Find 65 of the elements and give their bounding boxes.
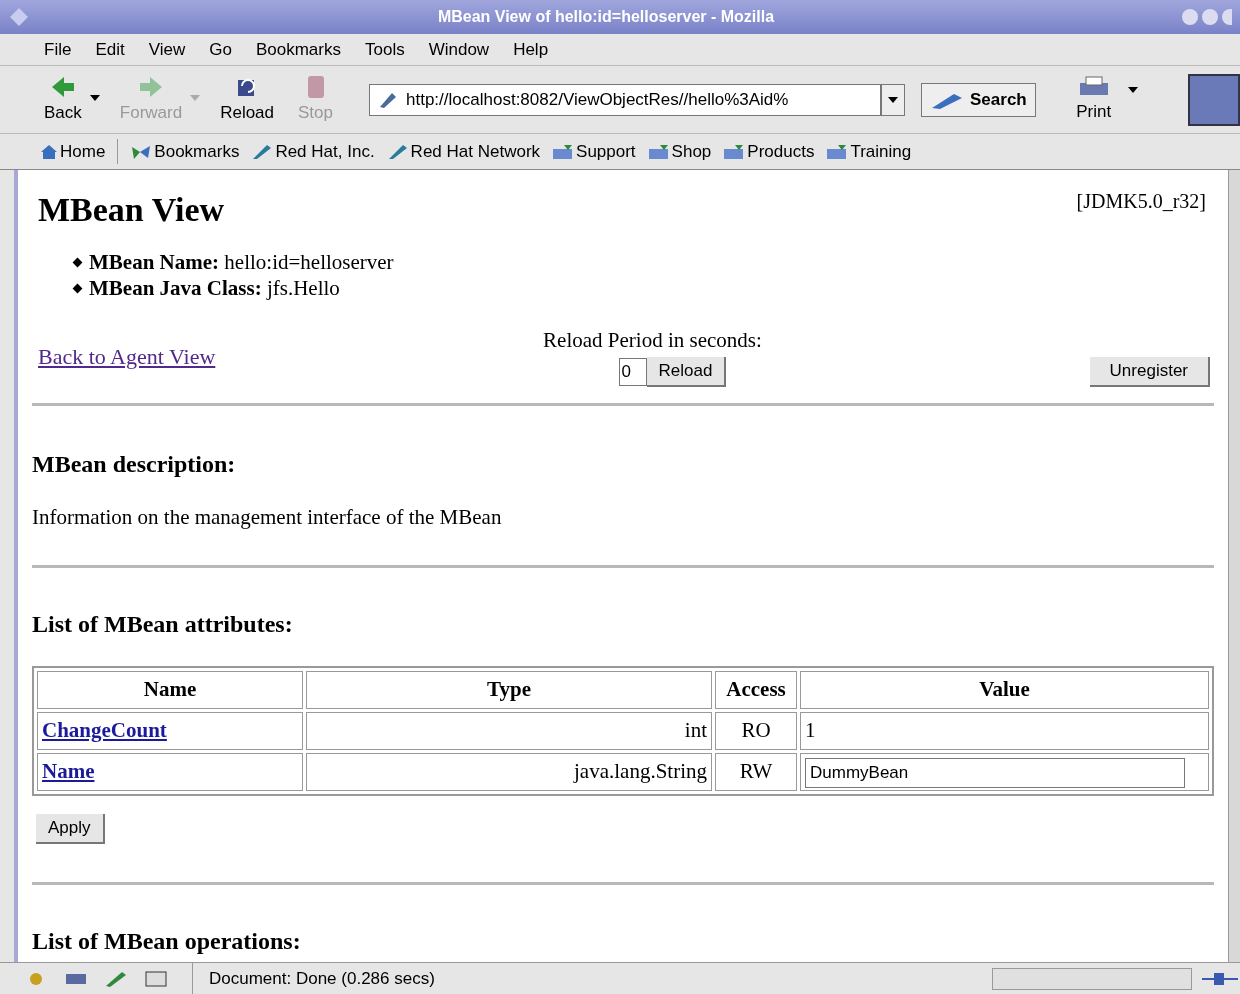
- menu-item[interactable]: Tools: [364, 36, 405, 63]
- bookmark-link[interactable]: Support: [552, 138, 636, 165]
- dropdown-caret-icon[interactable]: [89, 95, 100, 102]
- unregister-button[interactable]: Unregister: [1089, 356, 1210, 387]
- bookmarks-icon: [130, 143, 153, 160]
- folder-icon: [826, 143, 849, 160]
- section-heading: List of MBean operations:: [32, 927, 302, 956]
- page-title: MBean View: [38, 190, 225, 230]
- toolbar-button[interactable]: Back: [40, 73, 86, 126]
- section-heading: List of MBean attributes:: [32, 610, 294, 639]
- reload-button[interactable]: Reload: [646, 356, 727, 387]
- search-button[interactable]: Search: [921, 82, 1036, 117]
- address-field[interactable]: http://localhost:8082/ViewObjectRes//hello%3Aid%: [369, 83, 881, 116]
- window-title: MBean View of hello:id=helloserver - Mozilla: [436, 7, 776, 27]
- dropdown-caret-icon[interactable]: [1127, 86, 1138, 93]
- toolbar-button[interactable]: Reload: [216, 73, 279, 126]
- column-header: Name: [37, 671, 303, 709]
- table-cell: int: [306, 712, 712, 750]
- bullet-icon: [72, 257, 83, 267]
- folder-icon: [552, 143, 575, 160]
- back-link[interactable]: Back to Agent View: [38, 339, 216, 373]
- table-cell: RO: [715, 712, 797, 750]
- description-text: Information on the management interface of the MBean: [32, 503, 503, 531]
- bookmark-link[interactable]: Bookmarks: [130, 138, 240, 165]
- apply-button[interactable]: Apply: [36, 814, 105, 844]
- attribute-link[interactable]: Name: [42, 759, 95, 784]
- dropdown-button[interactable]: [881, 83, 905, 116]
- print-button[interactable]: Print: [1075, 74, 1112, 125]
- bookmark-link[interactable]: Red Hat, Inc.: [251, 138, 375, 165]
- menu-item[interactable]: File: [44, 36, 72, 63]
- bookmark-link[interactable]: Shop: [647, 138, 712, 165]
- maximize-button[interactable]: [1202, 9, 1218, 25]
- menu-item[interactable]: Go: [209, 36, 232, 63]
- table-cell: 1: [800, 712, 1209, 750]
- bookmark-link[interactable]: Training: [826, 138, 912, 165]
- table-cell: java.lang.String: [306, 753, 712, 791]
- menu-item[interactable]: Help: [513, 36, 549, 63]
- pen-icon[interactable]: [104, 969, 128, 988]
- folder-icon: [647, 143, 670, 160]
- window-menu-icon[interactable]: [8, 6, 30, 28]
- info-line: MBean Java Class: jfs.Hello: [89, 275, 340, 301]
- scrollbar[interactable]: [1228, 170, 1240, 962]
- info-line: MBean Name: hello:id=helloserver: [89, 249, 394, 275]
- reload-label: Reload Period in seconds:: [543, 327, 762, 354]
- menu-item[interactable]: Edit: [95, 36, 125, 63]
- bookmark-link[interactable]: Home: [40, 138, 119, 165]
- menu-item[interactable]: Bookmarks: [255, 36, 341, 63]
- section-heading: MBean description:: [32, 449, 237, 479]
- minimize-button[interactable]: [1182, 9, 1198, 25]
- bullet-icon: [72, 283, 83, 293]
- column-header: Value: [800, 671, 1209, 709]
- menu-item[interactable]: Window: [428, 36, 490, 63]
- house-icon: [40, 143, 58, 160]
- reload-period-field[interactable]: 0: [618, 357, 647, 386]
- table-cell: RW: [715, 753, 797, 791]
- bookmark-link[interactable]: Products: [723, 138, 815, 165]
- version-label: [JDMK5.0_r32]: [1076, 189, 1206, 214]
- folder-icon: [723, 143, 746, 160]
- browser-logo: [1188, 73, 1240, 126]
- menu-item[interactable]: View: [148, 36, 186, 63]
- close-button[interactable]: [1222, 9, 1232, 25]
- column-header: Access: [715, 671, 797, 709]
- column-header: Type: [306, 671, 712, 709]
- bookmark-link[interactable]: Red Hat Network: [386, 138, 541, 165]
- value-field[interactable]: DummyBean: [805, 758, 1185, 788]
